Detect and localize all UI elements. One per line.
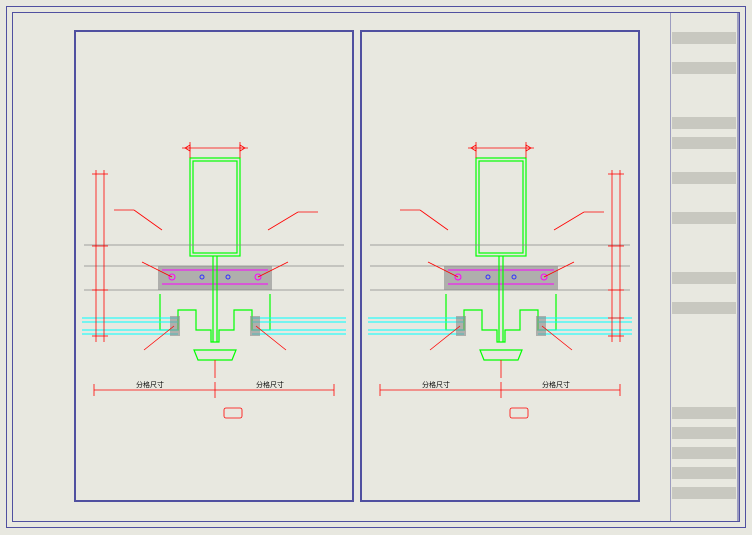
dim-label-left-a: 分格尺寸	[136, 380, 164, 389]
dim-label-right-a: 分格尺寸	[422, 380, 450, 389]
dim-label-right-b: 分格尺寸	[542, 380, 570, 389]
cad-canvas: 分格尺寸 分格尺寸	[0, 0, 752, 535]
detail-left: 分格尺寸 分格尺寸	[74, 30, 354, 502]
detail-right: 分格尺寸 分格尺寸	[360, 30, 640, 502]
dim-label-left-b: 分格尺寸	[256, 380, 284, 389]
titleblock	[670, 12, 740, 522]
